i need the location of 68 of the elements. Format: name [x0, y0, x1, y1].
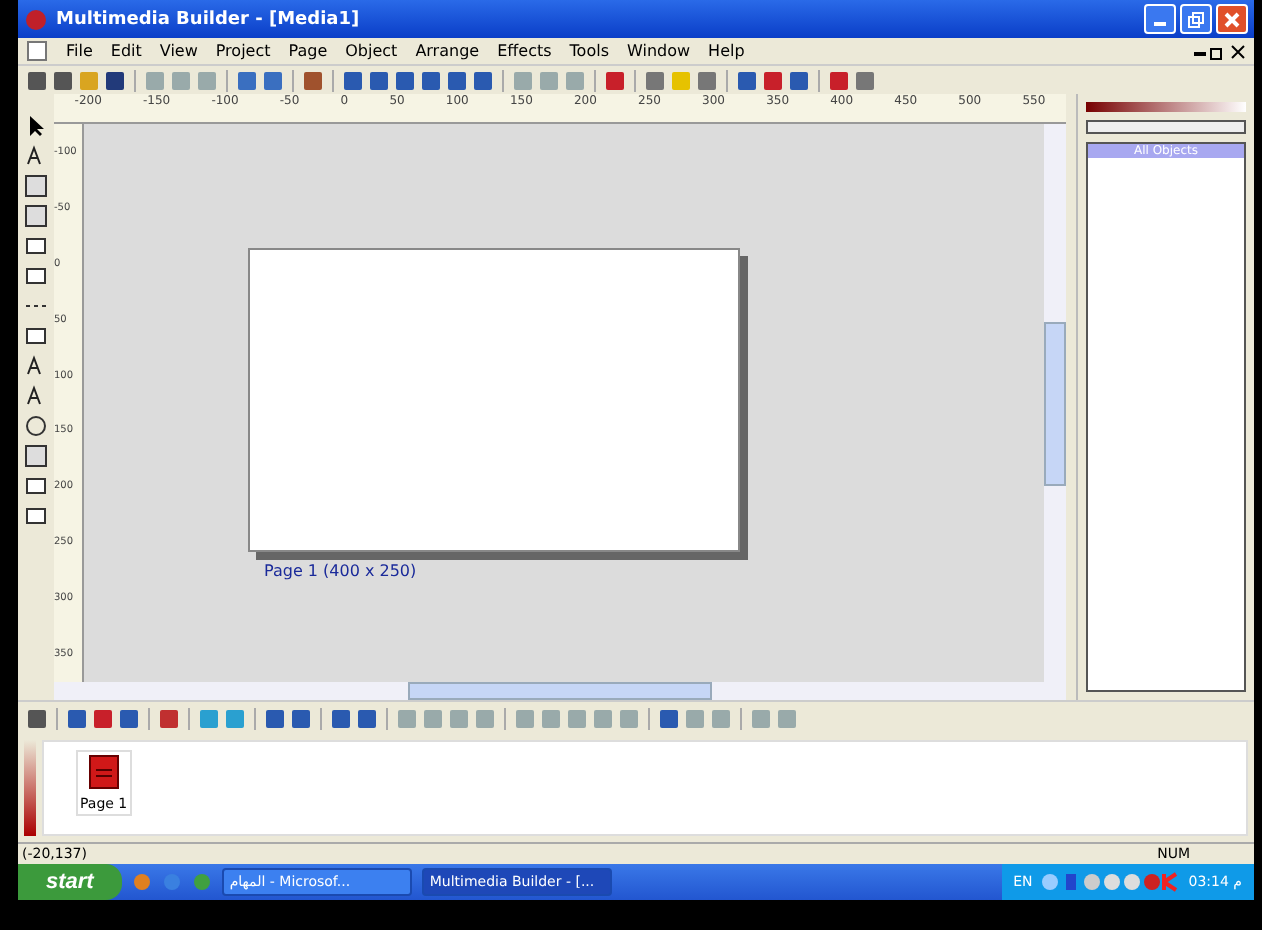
toolbar-icon[interactable]	[604, 69, 626, 91]
window-title: Multimedia Builder - [Media1]	[56, 9, 362, 29]
pages-side-bar	[24, 740, 36, 836]
tool-icon[interactable]	[24, 264, 48, 288]
tray-icons-drawing[interactable]	[1040, 872, 1181, 892]
toolbar-icon[interactable]	[762, 69, 784, 91]
page-caption: Page 1 (400 x 250)	[264, 561, 419, 579]
close-icon[interactable]	[1230, 43, 1246, 59]
menu-item[interactable]: Arrange	[415, 42, 480, 60]
toolbar-icon[interactable]	[118, 707, 140, 729]
tool-icon[interactable]	[24, 234, 48, 258]
scroll-thumb[interactable]	[1044, 321, 1066, 485]
toolbar-icon[interactable]	[736, 69, 758, 91]
toolbar-icon[interactable]	[290, 707, 312, 729]
toolbar-icon[interactable]	[262, 69, 284, 91]
menu-item[interactable]: View	[159, 42, 198, 60]
menu-item[interactable]: Help	[708, 42, 745, 60]
toolbar-icon[interactable]	[788, 69, 810, 91]
close-icon	[1224, 11, 1240, 27]
toolbar-icon[interactable]	[104, 69, 126, 91]
toolbar-icon[interactable]	[236, 69, 258, 91]
toolbar-icon[interactable]	[66, 707, 88, 729]
menu-item[interactable]: Edit	[110, 42, 142, 60]
tool-icon[interactable]	[24, 324, 48, 348]
toolbar-icon[interactable]	[394, 69, 416, 91]
toolbar-icon[interactable]	[420, 69, 442, 91]
toolbar-icon[interactable]	[472, 69, 494, 91]
toolbar-icon[interactable]	[26, 69, 48, 91]
tool-icon[interactable]	[24, 204, 48, 228]
toolbar-icon[interactable]	[52, 69, 74, 91]
toolbar-icon[interactable]	[302, 69, 324, 91]
menu-item[interactable]: Page	[288, 42, 328, 60]
minimize-button[interactable]	[1144, 4, 1176, 34]
tool-icon[interactable]	[24, 504, 48, 528]
vertical-scrollbar[interactable]	[1044, 124, 1066, 682]
tool-icon[interactable]	[24, 474, 48, 498]
toolbar-icon[interactable]	[26, 707, 48, 729]
panel-field[interactable]	[1086, 120, 1246, 134]
menu-item[interactable]: Tools	[569, 42, 609, 60]
toolbar-icon[interactable]	[342, 69, 364, 91]
toolbar-icon[interactable]	[446, 69, 468, 91]
toolbar-icon[interactable]	[264, 707, 286, 729]
restore-button[interactable]	[1180, 4, 1212, 34]
close-button[interactable]	[1216, 4, 1248, 34]
page-icon	[87, 754, 120, 790]
tool-icon[interactable]	[24, 174, 48, 198]
toolbar-icon[interactable]	[330, 707, 352, 729]
minimize-icon	[1154, 22, 1166, 26]
toolbar-icon[interactable]	[658, 707, 680, 729]
pointer-icon[interactable]	[24, 114, 48, 138]
toolbar-icon[interactable]	[828, 69, 850, 91]
tool-icon[interactable]	[24, 414, 48, 438]
app-logo-icon	[24, 7, 48, 31]
toolbar-icon[interactable]	[356, 707, 378, 729]
tool-icon[interactable]	[24, 444, 48, 468]
menu-item[interactable]: Object	[345, 42, 398, 60]
menu-item[interactable]: Effects	[497, 42, 552, 60]
menu-item[interactable]: Project	[215, 42, 271, 60]
document-icon	[26, 40, 48, 62]
start-button[interactable]: start	[18, 864, 122, 900]
menu-item[interactable]: Window	[627, 42, 691, 60]
minimize-icon[interactable]	[1194, 51, 1206, 55]
toolbar-icon[interactable]	[158, 707, 180, 729]
scroll-thumb[interactable]	[408, 682, 712, 700]
horizontal-scrollbar[interactable]	[54, 682, 1066, 700]
menu-item[interactable]: File	[66, 42, 93, 60]
toolbar-icon[interactable]	[368, 69, 390, 91]
toolbar-icon[interactable]	[92, 707, 114, 729]
